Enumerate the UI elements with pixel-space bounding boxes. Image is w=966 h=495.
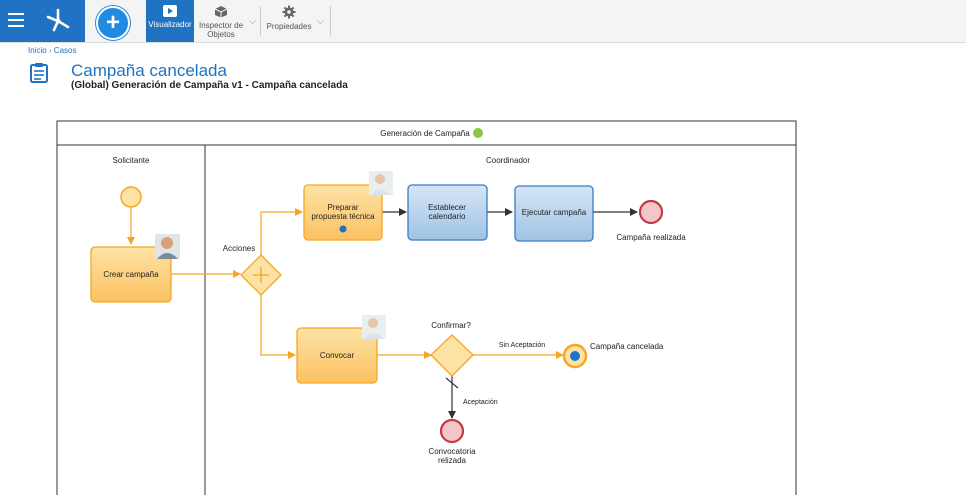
pool-title: Generación de Campaña: [380, 129, 470, 138]
task-ejecutar-campana[interactable]: Ejecutar campaña: [514, 185, 594, 242]
gateway-acciones[interactable]: [240, 254, 282, 296]
end-event-realizada[interactable]: [638, 199, 664, 225]
gateway-confirmar-label: Confirmar?: [431, 321, 471, 330]
task-label-line-2: calendario: [429, 212, 466, 221]
end-event-convocatoria[interactable]: [439, 418, 465, 444]
flow-sin-aceptacion-label: Sin Aceptación: [499, 342, 545, 349]
task-label-line-2: propuesta técnica: [311, 212, 375, 221]
process-diagram: Generación de Campaña Solicitante Coordi…: [56, 120, 797, 495]
gateway-confirmar[interactable]: [430, 334, 474, 377]
task-label: Crear campaña: [103, 270, 159, 279]
lane-coordinador-label: Coordinador: [486, 156, 530, 165]
pool: [56, 120, 797, 495]
current-token-icon: [339, 225, 347, 233]
user-avatar-icon: [369, 171, 393, 195]
status-indicator-icon: [473, 128, 483, 138]
end-cancelada-label: Campaña cancelada: [590, 342, 664, 351]
lane-solicitante-label: Solicitante: [113, 156, 150, 165]
end-event-cancelada[interactable]: [562, 343, 588, 369]
flow-aceptacion-label: Aceptación: [463, 399, 498, 406]
task-label-line-1: Establecer: [428, 203, 466, 212]
task-label-line-1: Preparar: [327, 203, 358, 212]
user-avatar-icon: [155, 234, 180, 259]
end-realizada-label: Campaña realizada: [616, 233, 686, 242]
end-convocatoria-label-1: Convocatoria: [428, 447, 476, 456]
gateway-acciones-label: Acciones: [223, 244, 255, 253]
task-label: Ejecutar campaña: [522, 208, 587, 217]
end-convocatoria-label-2: relizada: [438, 456, 467, 465]
task-label: Convocar: [320, 351, 355, 360]
start-event[interactable]: [120, 186, 142, 208]
user-avatar-icon: [362, 315, 386, 339]
task-establecer-calendario[interactable]: Establecer calendario: [407, 184, 488, 241]
